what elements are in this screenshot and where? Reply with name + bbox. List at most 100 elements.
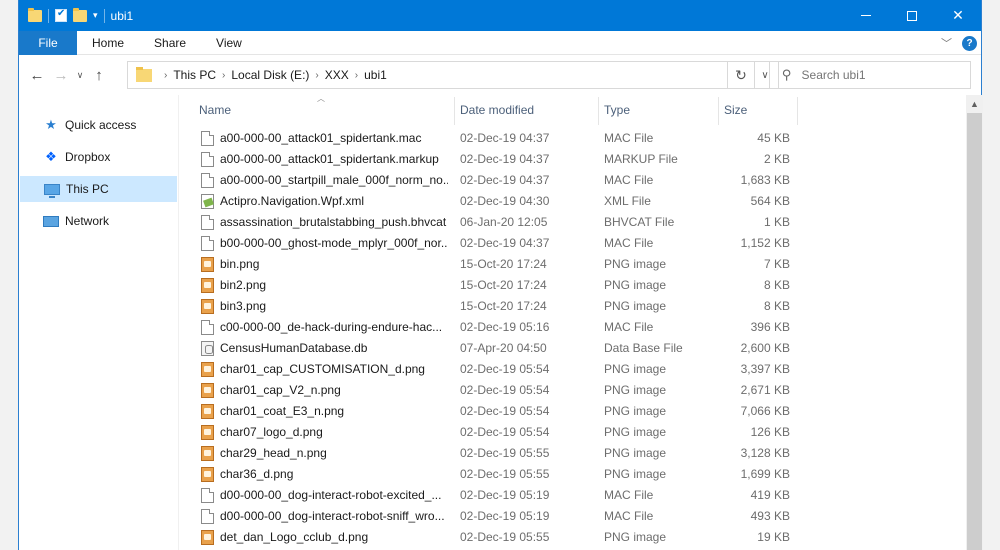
sidebar-item-label: Dropbox — [65, 150, 111, 164]
file-type: PNG image — [604, 383, 667, 397]
file-name: a00-000-00_attack01_spidertank.mac — [220, 131, 422, 145]
table-row[interactable]: char01_cap_CUSTOMISATION_d.png 02-Dec-19 … — [185, 359, 805, 380]
breadcrumb-separator-icon[interactable]: › — [222, 70, 225, 81]
table-row[interactable]: char01_cap_V2_n.png 02-Dec-19 05:54 PNG im… — [185, 380, 805, 401]
column-divider[interactable] — [718, 97, 719, 125]
forward-button[interactable]: → — [49, 63, 73, 87]
table-row[interactable]: assassination_brutalstabbing_push.bhvcat… — [185, 212, 805, 233]
new-folder-icon[interactable] — [73, 7, 87, 22]
table-row[interactable]: b00-000-00_ghost-mode_mplyr_000f_nor... 0… — [185, 233, 805, 254]
expand-ribbon-chevron-icon[interactable]: ﹀ — [941, 35, 952, 51]
up-button[interactable]: ↑ — [87, 63, 111, 87]
file-type: BHVCAT File — [604, 215, 675, 229]
breadcrumb-xxx[interactable]: XXX — [325, 68, 349, 82]
png-image-icon — [201, 530, 214, 545]
refresh-button[interactable]: ↻ — [727, 61, 755, 89]
table-row[interactable]: char36_d.png 02-Dec-19 05:55 PNG image 1,69… — [185, 464, 805, 485]
breadcrumb-separator-icon[interactable]: › — [355, 70, 358, 81]
file-name: d00-000-00_dog-interact-robot-sniff_wro.… — [220, 509, 445, 523]
file-type: XML File — [604, 194, 651, 208]
breadcrumb-separator-icon[interactable]: › — [315, 70, 318, 81]
table-row[interactable]: c00-000-00_de-hack-during-endure-hac... 0… — [185, 317, 805, 338]
file-date-modified: 02-Dec-19 04:37 — [460, 152, 550, 166]
column-header-size[interactable]: Size — [724, 95, 796, 125]
recent-locations-button[interactable]: ∨ — [73, 63, 87, 87]
search-input[interactable] — [801, 68, 952, 82]
table-row[interactable]: bin3.png 15-Oct-20 17:24 PNG image 8 KB — [185, 296, 805, 317]
tab-view[interactable]: View — [201, 31, 257, 55]
table-row[interactable]: char07_logo_d.png 02-Dec-19 05:54 PNG imag… — [185, 422, 805, 443]
maximize-button[interactable] — [889, 0, 935, 31]
back-button[interactable]: ← — [25, 63, 49, 87]
scrollbar-thumb[interactable] — [967, 113, 982, 550]
file-type: MAC File — [604, 131, 654, 145]
help-icon[interactable]: ? — [962, 35, 977, 51]
scroll-up-button[interactable]: ▲ — [966, 95, 983, 112]
tab-share[interactable]: Share — [139, 31, 201, 55]
table-row[interactable]: bin.png 15-Oct-20 17:24 PNG image 7 KB — [185, 254, 805, 275]
file-name: char29_head_n.png — [220, 446, 327, 460]
file-type: MAC File — [604, 173, 654, 187]
png-image-icon — [201, 404, 214, 419]
close-button[interactable]: ✕ — [935, 0, 981, 31]
table-row[interactable]: char01_coat_E3_n.png 02-Dec-19 05:54 PNG i… — [185, 401, 805, 422]
sidebar-item-this-pc[interactable]: This PC — [20, 176, 177, 202]
address-bar[interactable]: › This PC › Local Disk (E:) › XXX › ubi1… — [127, 61, 779, 89]
minimize-icon — [861, 15, 871, 16]
file-date-modified: 02-Dec-19 05:16 — [460, 320, 550, 334]
column-divider[interactable] — [797, 97, 798, 125]
table-row[interactable]: a00-000-00_startpill_male_000f_norm_no..… — [185, 170, 805, 191]
vertical-scrollbar[interactable]: ▲ — [966, 95, 983, 550]
file-size: 2 KB — [763, 152, 790, 166]
sidebar-item-dropbox[interactable]: ❖ Dropbox — [19, 144, 178, 170]
table-row[interactable]: bin2.png 15-Oct-20 17:24 PNG image 8 KB — [185, 275, 805, 296]
file-type: PNG image — [604, 278, 667, 292]
column-divider[interactable] — [454, 97, 455, 125]
xml-file-icon — [201, 194, 214, 209]
file-size: 1 KB — [763, 215, 790, 229]
column-header-date-modified[interactable]: Date modified — [460, 95, 596, 125]
column-header-type[interactable]: Type — [604, 95, 716, 125]
tab-file[interactable]: File — [19, 30, 77, 55]
table-row[interactable]: a00-000-00_attack01_spidertank.markup 02-… — [185, 149, 805, 170]
search-box[interactable]: ⚲ — [769, 61, 971, 89]
table-row[interactable]: d00-000-00_dog-interact-robot-excited_..… — [185, 485, 805, 506]
table-row[interactable]: a00-000-00_attack01_spidertank.mac 02-Dec… — [185, 128, 805, 149]
network-icon — [42, 213, 60, 229]
table-row[interactable]: CensusHumanDatabase.db 07-Apr-20 04:50 Dat… — [185, 338, 805, 359]
breadcrumb-this-pc[interactable]: This PC — [173, 68, 216, 82]
search-icon: ⚲ — [782, 67, 792, 82]
breadcrumb-local-disk[interactable]: Local Disk (E:) — [231, 68, 309, 82]
breadcrumb-separator-icon[interactable]: › — [164, 70, 167, 81]
breadcrumb-ubi1[interactable]: ubi1 — [364, 68, 387, 82]
file-size: 1,683 KB — [740, 173, 790, 187]
file-date-modified: 02-Dec-19 05:55 — [460, 467, 550, 481]
properties-icon[interactable] — [55, 8, 67, 22]
file-date-modified: 02-Dec-19 05:54 — [460, 425, 550, 439]
file-name: a00-000-00_startpill_male_000f_norm_no..… — [220, 173, 448, 187]
table-row[interactable]: d00-000-00_dog-interact-robot-sniff_wro.… — [185, 506, 805, 527]
png-image-icon — [201, 362, 214, 377]
table-row[interactable]: Actipro.Navigation.Wpf.xml 02-Dec-19 04:3… — [185, 191, 805, 212]
quick-access-toolbar: ▾ — [19, 0, 105, 31]
column-divider[interactable] — [598, 97, 599, 125]
sidebar-item-quick-access[interactable]: ★ Quick access — [19, 112, 178, 138]
file-type: MARKUP File — [604, 152, 678, 166]
file-type: MAC File — [604, 236, 654, 250]
minimize-button[interactable] — [843, 0, 889, 31]
file-date-modified: 02-Dec-19 05:54 — [460, 404, 550, 418]
forward-arrow-icon: → — [53, 66, 69, 84]
ribbon-controls: ﹀ ? — [941, 31, 977, 55]
table-row[interactable]: det_dan_Logo_cclub_d.png 02-Dec-19 05:55 P… — [185, 527, 805, 548]
column-header-name[interactable]: Name — [199, 95, 454, 125]
table-row[interactable]: char29_head_n.png 02-Dec-19 05:55 PNG imag… — [185, 443, 805, 464]
file-rows: a00-000-00_attack01_spidertank.mac 02-Dec… — [185, 128, 805, 548]
file-size: 493 KB — [750, 509, 790, 523]
tab-home[interactable]: Home — [77, 31, 139, 55]
file-type: PNG image — [604, 404, 667, 418]
customize-toolbar-chevron-icon[interactable]: ▾ — [93, 10, 98, 21]
sidebar-item-network[interactable]: Network — [19, 208, 178, 234]
file-name: bin2.png — [220, 278, 267, 292]
navigation-bar: ← → ∨ ↑ › This PC › Local Disk (E:) › XX… — [19, 56, 981, 94]
file-date-modified: 07-Apr-20 04:50 — [460, 341, 547, 355]
